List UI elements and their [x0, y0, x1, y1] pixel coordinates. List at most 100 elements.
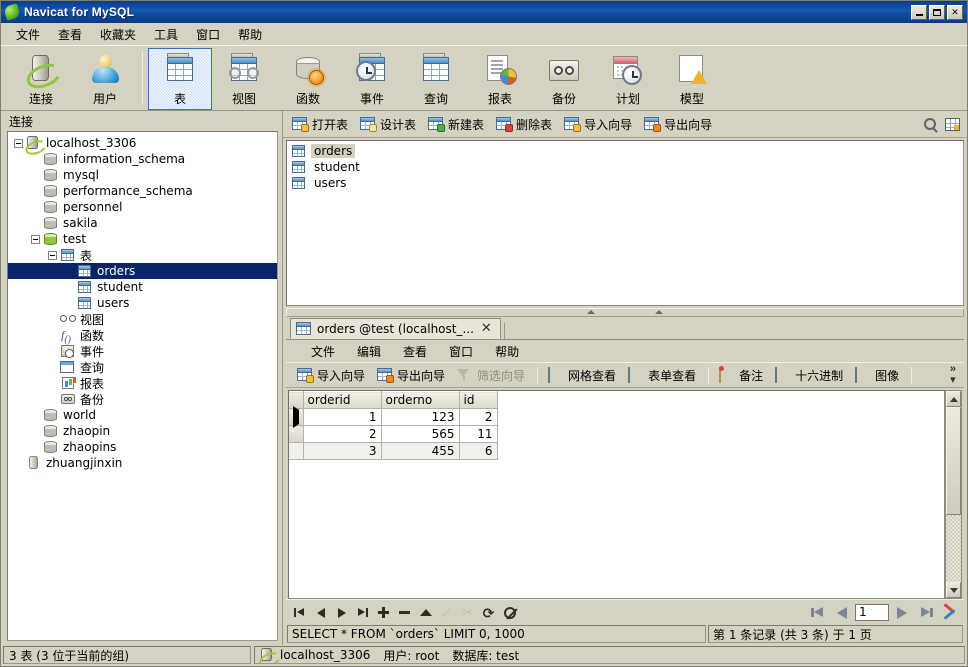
toolbar-model[interactable]: 模型	[660, 48, 724, 110]
apply-changes-button[interactable]: ✓	[436, 603, 457, 623]
tab-close-icon[interactable]: ✕	[479, 322, 494, 335]
tree-node-sakila[interactable]: sakila	[8, 215, 277, 231]
tree-node-performance_schema[interactable]: performance_schema	[8, 183, 277, 199]
toolbar-table[interactable]: 表	[148, 48, 212, 110]
cut-button[interactable]: ✂	[457, 603, 478, 623]
tools-icon[interactable]	[939, 603, 961, 623]
horizontal-splitter[interactable]	[283, 306, 967, 318]
tree-node-orders[interactable]: orders	[8, 263, 277, 279]
submenu-window[interactable]: 窗口	[438, 341, 484, 362]
next-page-button[interactable]	[891, 603, 913, 623]
toolbar-user[interactable]: 用户	[73, 48, 137, 110]
tree-node-zhaopin[interactable]: zhaopin	[8, 423, 277, 439]
submenu-help[interactable]: 帮助	[484, 341, 530, 362]
submenu-edit[interactable]: 编辑	[346, 341, 392, 362]
minimize-button[interactable]	[911, 4, 927, 20]
table-list-item[interactable]: orders	[289, 143, 963, 159]
table-list-item[interactable]: users	[289, 175, 963, 191]
table-list[interactable]: orders student users	[286, 140, 964, 306]
grid-cell[interactable]: 1	[303, 408, 382, 426]
filter-wizard-button[interactable]: 筛选向导	[452, 364, 532, 387]
next-record-button[interactable]	[331, 603, 352, 623]
note-button[interactable]: 备注	[714, 364, 770, 387]
tree-node-mysql[interactable]: mysql	[8, 167, 277, 183]
current-row-indicator[interactable]	[289, 406, 304, 428]
last-record-button[interactable]	[352, 603, 373, 623]
add-record-button[interactable]	[373, 603, 394, 623]
scroll-down-button[interactable]	[946, 582, 961, 598]
grid-vertical-scrollbar[interactable]	[945, 390, 962, 599]
delete-record-button[interactable]	[394, 603, 415, 623]
toolbar-backup[interactable]: 备份	[532, 48, 596, 110]
image-button[interactable]: 图像	[850, 364, 906, 387]
toolbar-query[interactable]: 查询	[404, 48, 468, 110]
export-wizard-button[interactable]: 导出向导	[639, 113, 719, 136]
hex-button[interactable]: 十六进制	[770, 364, 850, 387]
tree-expander-icon[interactable]	[31, 234, 40, 244]
grid-cell[interactable]: 11	[459, 425, 498, 443]
tree-node-备份[interactable]: 备份	[8, 391, 277, 407]
toolbar-function[interactable]: 函数	[276, 48, 340, 110]
delete-table-button[interactable]: 删除表	[491, 113, 559, 136]
menu-help[interactable]: 帮助	[229, 24, 271, 45]
last-page-button[interactable]	[915, 603, 937, 623]
data-export-wizard-button[interactable]: 导出向导	[372, 364, 452, 387]
row-header[interactable]	[289, 425, 304, 443]
tree-expander-icon[interactable]	[14, 138, 23, 148]
row-header[interactable]	[289, 442, 304, 460]
tab-orders[interactable]: orders @test (localhost_... ✕	[290, 318, 501, 339]
previous-page-button[interactable]	[831, 603, 853, 623]
stop-button[interactable]	[499, 603, 520, 623]
design-table-button[interactable]: 设计表	[355, 113, 423, 136]
grid-cell[interactable]: 455	[381, 442, 460, 460]
toolbar-report[interactable]: 报表	[468, 48, 532, 110]
tree-node-localhost_3306[interactable]: localhost_3306	[8, 135, 277, 151]
grid-cell[interactable]: 3	[303, 442, 382, 460]
tree-expander-icon[interactable]	[48, 250, 57, 260]
grid-column-header[interactable]: orderno	[381, 391, 460, 409]
first-record-button[interactable]	[289, 603, 310, 623]
form-view-button[interactable]: 表单查看	[623, 364, 703, 387]
toolbar-view[interactable]: 视图	[212, 48, 276, 110]
grid-row[interactable]: 3 455 6	[289, 442, 498, 460]
refresh-button[interactable]: ⟳	[478, 603, 499, 623]
tree-node-函数[interactable]: f() 函数	[8, 327, 277, 345]
grid-column-header[interactable]: orderid	[303, 391, 382, 409]
submenu-view[interactable]: 查看	[392, 341, 438, 362]
close-button[interactable]: ✕	[947, 4, 963, 20]
scrollbar-track[interactable]	[946, 407, 961, 582]
tree-node-users[interactable]: users	[8, 295, 277, 311]
connection-tree[interactable]: localhost_3306 information_schema mysql per…	[7, 131, 278, 641]
toolbar-schedule[interactable]: 计划	[596, 48, 660, 110]
grid-cell[interactable]: 565	[381, 425, 460, 443]
tree-node-test[interactable]: test	[8, 231, 277, 247]
grid-cell[interactable]: 6	[459, 442, 498, 460]
new-table-button[interactable]: 新建表	[423, 113, 491, 136]
data-grid[interactable]: orderid orderno id 1 123 2 2 565 11 3 455 6	[288, 390, 945, 599]
tree-node-事件[interactable]: 事件	[8, 343, 277, 359]
page-number-input[interactable]: 1	[855, 604, 889, 621]
move-up-button[interactable]	[415, 603, 436, 623]
grid-view-icon[interactable]	[941, 114, 963, 134]
import-wizard-button[interactable]: 导入向导	[559, 113, 639, 136]
toolbar-connection[interactable]: 连接	[9, 48, 73, 110]
grid-cell[interactable]: 2	[459, 408, 498, 426]
tree-node-world[interactable]: world	[8, 407, 277, 423]
chevron-down-icon[interactable]: ▾	[950, 375, 956, 386]
menu-favorites[interactable]: 收藏夹	[91, 24, 145, 45]
tree-node-zhuangjinxin[interactable]: zhuangjinxin	[8, 455, 277, 471]
grid-row[interactable]: 1 123 2	[289, 406, 498, 428]
grid-cell[interactable]: 2	[303, 425, 382, 443]
table-list-item[interactable]: student	[289, 159, 963, 175]
menu-window[interactable]: 窗口	[187, 24, 229, 45]
submenu-file[interactable]: 文件	[300, 341, 346, 362]
tree-node-表[interactable]: 表	[8, 247, 277, 263]
scrollbar-thumb[interactable]	[946, 407, 961, 515]
open-table-button[interactable]: 打开表	[287, 113, 355, 136]
grid-cell[interactable]: 123	[381, 408, 460, 426]
menu-view[interactable]: 查看	[49, 24, 91, 45]
maximize-button[interactable]	[929, 4, 945, 20]
first-page-button[interactable]	[807, 603, 829, 623]
tree-node-student[interactable]: student	[8, 279, 277, 295]
menu-tools[interactable]: 工具	[145, 24, 187, 45]
